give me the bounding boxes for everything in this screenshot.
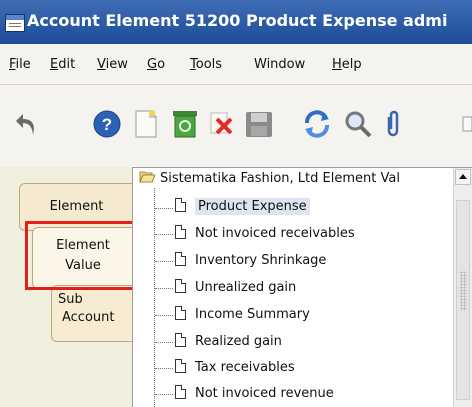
window-icon	[5, 14, 25, 32]
tree-root[interactable]: Sistematika Fashion, Ltd Element Val	[139, 171, 400, 186]
tree-connector	[155, 234, 173, 235]
attachment-icon[interactable]	[382, 109, 404, 143]
tree-connector	[155, 368, 173, 369]
tree-item[interactable]: Inventory Shrinkage	[175, 252, 326, 274]
menu-edit[interactable]: Edit	[50, 57, 75, 72]
tree-connector	[155, 261, 173, 262]
tree-connector	[155, 394, 173, 395]
find-icon[interactable]	[343, 109, 373, 143]
document-icon	[175, 333, 186, 347]
tree-connector	[155, 342, 173, 343]
tree-guide-line	[154, 188, 155, 407]
refresh-icon[interactable]	[302, 109, 332, 143]
tree-connector	[155, 315, 173, 316]
tree-item[interactable]: Unrealized gain	[175, 279, 296, 301]
new-record-icon[interactable]	[134, 109, 158, 143]
document-icon	[175, 252, 186, 266]
folder-open-icon	[139, 171, 156, 183]
menu-help[interactable]: Help	[332, 57, 362, 72]
scroll-grip	[460, 271, 467, 311]
menu-window[interactable]: Window	[254, 57, 305, 72]
tree-item[interactable]: Income Summary	[175, 306, 310, 328]
document-icon	[175, 279, 186, 293]
tab-sub-account[interactable]: Sub Account	[51, 285, 133, 342]
scroll-up-arrow-icon[interactable]	[455, 169, 471, 185]
delete-bin-icon[interactable]	[170, 109, 200, 143]
tree-item[interactable]: Not invoiced receivables	[175, 225, 355, 247]
vertical-scrollbar[interactable]	[453, 168, 472, 407]
document-icon	[175, 306, 186, 320]
menu-tools[interactable]: Tools	[190, 57, 222, 72]
toolbar: ?	[0, 85, 472, 167]
menu-bar: File Edit View Go Tools Window Help	[0, 44, 472, 85]
scroll-thumb[interactable]	[456, 200, 470, 400]
menu-go[interactable]: Go	[147, 57, 165, 72]
tree-item[interactable]: Realized gain	[175, 333, 282, 355]
document-icon	[175, 385, 186, 399]
tree-item[interactable]: Product Expense	[175, 198, 310, 220]
delete-x-icon[interactable]	[207, 109, 235, 143]
document-icon	[175, 225, 186, 239]
document-icon	[175, 198, 186, 212]
tree-panel: Sistematika Fashion, Ltd Element Val Pro…	[132, 167, 472, 407]
window-title: Account Element 51200 Product Expense ad…	[27, 11, 448, 30]
document-icon	[175, 359, 186, 373]
undo-icon[interactable]	[13, 109, 41, 143]
save-icon[interactable]	[244, 109, 274, 143]
highlight-box	[25, 221, 142, 290]
menu-file[interactable]: File	[9, 57, 31, 72]
tree-item[interactable]: Tax receivables	[175, 359, 295, 381]
tree-connector	[155, 288, 173, 289]
svg-text:?: ?	[102, 115, 112, 134]
help-icon[interactable]: ?	[92, 109, 122, 143]
title-bar: Account Element 51200 Product Expense ad…	[0, 0, 472, 44]
tree-item[interactable]: Not invoiced revenue	[175, 385, 334, 407]
tree-connector	[155, 208, 173, 209]
menu-view[interactable]: View	[97, 57, 128, 72]
toolbar-overflow-icon[interactable]	[462, 115, 472, 139]
